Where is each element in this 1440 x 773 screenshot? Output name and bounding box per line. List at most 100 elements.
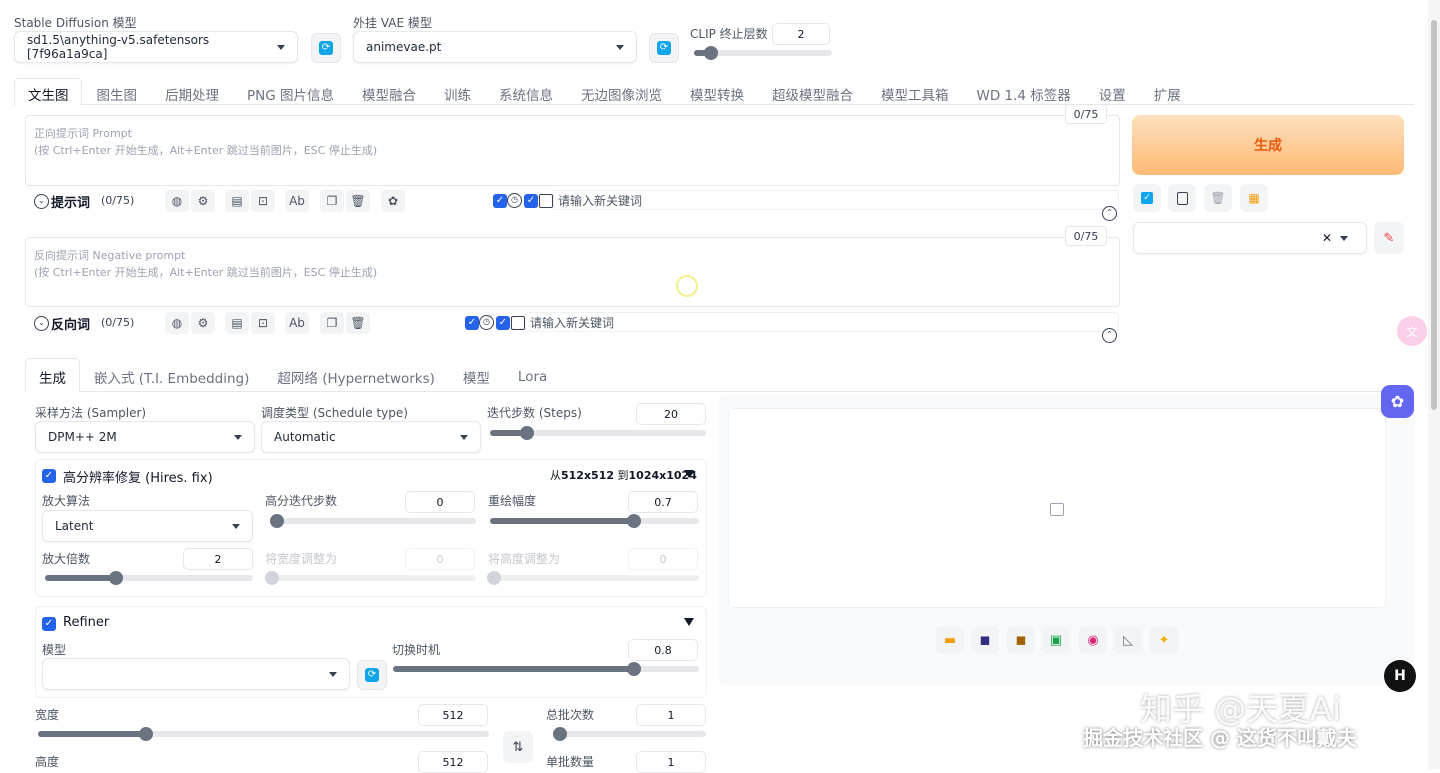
- negative-prompt-textarea[interactable]: 反向提示词 Negative prompt (按 Ctrl+Enter 开始生成…: [25, 237, 1120, 307]
- split-view-icon[interactable]: [539, 194, 553, 208]
- send-to-extras-button[interactable]: ◺: [1114, 626, 1142, 654]
- width-slider[interactable]: [38, 727, 489, 741]
- collapse-toggle-icon[interactable]: ⌄: [34, 194, 49, 209]
- refiner-model-select[interactable]: [42, 658, 350, 690]
- refiner-checkbox[interactable]: ✓: [42, 617, 56, 631]
- slider-thumb[interactable]: [520, 426, 534, 440]
- scrollbar-thumb[interactable]: [1431, 20, 1437, 410]
- main-tab[interactable]: 模型转换: [690, 84, 744, 104]
- copy-icon[interactable]: ❐: [320, 190, 344, 212]
- collapse-triangle-icon[interactable]: [684, 470, 694, 478]
- main-tab[interactable]: 模型工具箱: [881, 84, 949, 104]
- slider-thumb[interactable]: [704, 46, 718, 60]
- main-tab[interactable]: WD 1.4 标签器: [977, 84, 1071, 104]
- send-to-img2img-button[interactable]: ▣: [1042, 626, 1070, 654]
- sparkle-button[interactable]: ✦: [1150, 626, 1178, 654]
- history-doc-icon[interactable]: ▤: [225, 190, 249, 212]
- checkbox-checked-icon[interactable]: ✓: [496, 316, 510, 330]
- width-input[interactable]: 512: [418, 704, 488, 726]
- trash-icon[interactable]: 🗑: [346, 190, 370, 212]
- clip-slider[interactable]: [694, 46, 832, 60]
- slider-thumb[interactable]: [487, 571, 501, 585]
- generate-button[interactable]: 生成: [1132, 115, 1404, 175]
- main-tab[interactable]: 设置: [1099, 84, 1126, 104]
- main-tab[interactable]: 图生图: [97, 84, 138, 104]
- main-tab[interactable]: 模型融合: [362, 84, 416, 104]
- split-view-icon[interactable]: [511, 316, 525, 330]
- bookmark-icon[interactable]: ⊡: [251, 190, 275, 212]
- slider-thumb[interactable]: [109, 571, 123, 585]
- checkbox-checked-icon[interactable]: ✓: [524, 194, 538, 208]
- translate-float-icon[interactable]: 文: [1397, 316, 1427, 346]
- sd-model-refresh-button[interactable]: ⟳: [311, 33, 341, 63]
- vae-select[interactable]: animevae.pt: [353, 31, 637, 63]
- resize-height-input[interactable]: 0: [628, 548, 698, 570]
- vae-refresh-button[interactable]: ⟳: [649, 33, 679, 63]
- styles-select[interactable]: ✕: [1133, 222, 1367, 254]
- spell-check-icon[interactable]: Ab: [285, 312, 309, 334]
- negative-toggle-label[interactable]: 反向词: [51, 314, 90, 333]
- assistant-float-icon[interactable]: ✿: [1381, 385, 1414, 418]
- denoise-slider[interactable]: [490, 514, 699, 528]
- chevron-up-icon[interactable]: ⌃: [1102, 328, 1117, 343]
- steps-input[interactable]: 20: [636, 403, 706, 425]
- chevron-up-icon[interactable]: ⌃: [1102, 206, 1117, 221]
- style-clear-button[interactable]: [1168, 184, 1196, 212]
- batch-count-input[interactable]: 1: [636, 704, 706, 726]
- collapse-triangle-icon[interactable]: [684, 618, 694, 626]
- slider-thumb[interactable]: [265, 571, 279, 585]
- checkbox-checked-icon[interactable]: ✓: [493, 194, 507, 208]
- denoise-input[interactable]: 0.7: [628, 491, 698, 513]
- slider-thumb[interactable]: [553, 727, 567, 741]
- h-logo-icon[interactable]: H: [1384, 660, 1416, 692]
- history-doc-icon[interactable]: ▤: [225, 312, 249, 334]
- steps-slider[interactable]: [490, 426, 706, 440]
- resize-width-input[interactable]: 0: [405, 548, 475, 570]
- slider-thumb[interactable]: [627, 514, 641, 528]
- hires-fix-checkbox[interactable]: ✓: [42, 469, 56, 483]
- style-apply-button[interactable]: ✓: [1133, 184, 1161, 212]
- clip-value-input[interactable]: 2: [772, 23, 830, 45]
- prompt-toggle-label[interactable]: 提示词: [51, 192, 90, 211]
- copy-icon[interactable]: ❐: [320, 312, 344, 334]
- resize-width-slider[interactable]: [265, 571, 476, 585]
- refiner-title[interactable]: Refiner: [63, 615, 109, 630]
- refiner-switch-input[interactable]: 0.8: [628, 639, 698, 661]
- sub-tab[interactable]: 模型: [463, 367, 490, 387]
- scale-input[interactable]: 2: [183, 548, 253, 570]
- sub-tab[interactable]: 超网络 (Hypernetworks): [277, 367, 435, 387]
- trash-icon[interactable]: 🗑: [346, 312, 370, 334]
- page-scrollbar[interactable]: [1428, 0, 1440, 769]
- translate-globe-icon[interactable]: ◍: [165, 312, 189, 334]
- main-tab[interactable]: 文生图: [28, 84, 69, 104]
- open-folder-button[interactable]: ▬: [936, 626, 964, 654]
- sub-tab[interactable]: 生成: [39, 367, 66, 387]
- upscaler-select[interactable]: Latent: [42, 510, 253, 542]
- batch-count-slider[interactable]: [553, 727, 706, 741]
- sub-tab[interactable]: Lora: [518, 369, 547, 385]
- prompt-keyword-input[interactable]: 请输入新关键词: [553, 190, 1119, 210]
- hires-fix-title[interactable]: 高分辨率修复 (Hires. fix): [63, 467, 213, 486]
- main-tab[interactable]: 后期处理: [165, 84, 219, 104]
- translate-globe-icon[interactable]: ◍: [165, 190, 189, 212]
- refiner-switch-slider[interactable]: [393, 662, 699, 676]
- batch-size-input[interactable]: 1: [636, 751, 706, 773]
- main-tab[interactable]: 扩展: [1154, 84, 1181, 104]
- bookmark-icon[interactable]: ⊡: [251, 312, 275, 334]
- negative-keyword-input[interactable]: 请输入新关键词: [525, 312, 1119, 332]
- swap-dimensions-button[interactable]: ⇅: [503, 731, 533, 763]
- main-tab[interactable]: 无边图像浏览: [581, 84, 662, 104]
- height-input[interactable]: 512: [418, 751, 488, 773]
- sd-model-select[interactable]: sd1.5\anything-v5.safetensors [7f96a1a9c…: [14, 31, 298, 63]
- main-tab[interactable]: 训练: [444, 84, 471, 104]
- scale-slider[interactable]: [45, 571, 253, 585]
- style-delete-button[interactable]: 🗑: [1204, 184, 1232, 212]
- style-clipboard-button[interactable]: ▦: [1240, 184, 1268, 212]
- hires-steps-input[interactable]: 0: [405, 491, 475, 513]
- hires-steps-slider[interactable]: [270, 514, 476, 528]
- checkbox-checked-icon[interactable]: ✓: [465, 316, 479, 330]
- openai-icon[interactable]: ✿: [381, 190, 405, 212]
- style-edit-button[interactable]: ✎: [1374, 222, 1404, 254]
- slider-thumb[interactable]: [139, 727, 153, 741]
- main-tab[interactable]: 系统信息: [499, 84, 553, 104]
